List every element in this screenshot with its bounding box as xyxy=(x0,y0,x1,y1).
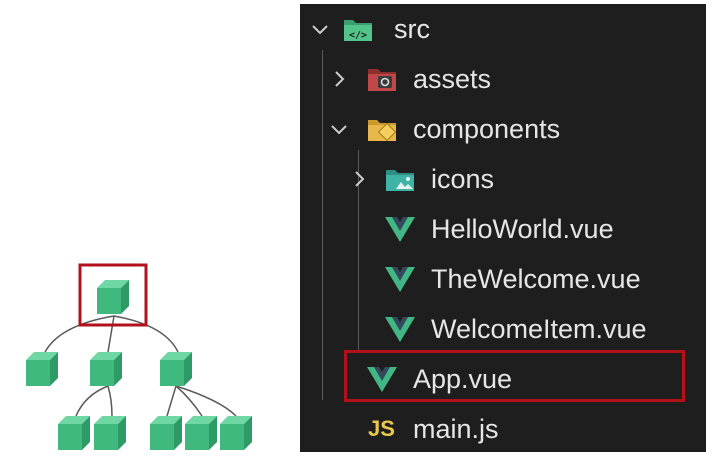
vue-file-icon xyxy=(385,217,415,242)
vue-file-icon xyxy=(385,267,415,292)
folder-icons-icon xyxy=(386,170,414,191)
chevron-down-icon[interactable] xyxy=(328,118,350,140)
leaf-node-cube xyxy=(150,416,182,450)
child-node-cube xyxy=(90,352,122,386)
tree-item-label: TheWelcome.vue xyxy=(431,264,641,294)
tree-item-assets[interactable]: assets xyxy=(300,54,706,104)
root-node-cube xyxy=(97,280,129,314)
tree-item-label: src xyxy=(394,14,430,44)
js-file-icon: JS xyxy=(368,416,395,441)
tree-item-thewelcome-vue[interactable]: TheWelcome.vue xyxy=(300,254,706,304)
child-node-cube xyxy=(26,352,58,386)
component-tree-diagram xyxy=(26,263,252,450)
chevron-down-icon[interactable] xyxy=(309,18,331,40)
tree-item-helloworld-vue[interactable]: HelloWorld.vue xyxy=(300,204,706,254)
file-explorer: </> src assets components icons HelloWor… xyxy=(300,4,706,452)
tree-item-label: HelloWorld.vue xyxy=(431,214,614,244)
chevron-right-icon[interactable] xyxy=(348,168,370,190)
tree-connectors xyxy=(44,315,237,417)
child-node-cube xyxy=(160,352,192,386)
folder-components-icon xyxy=(368,120,397,142)
tree-item-label: assets xyxy=(413,64,492,94)
leaf-node-cube xyxy=(185,416,217,450)
tree-item-label: icons xyxy=(431,164,495,194)
svg-text:</>: </> xyxy=(349,30,367,41)
tree-item-label: components xyxy=(413,114,561,144)
chevron-right-icon[interactable] xyxy=(328,68,350,90)
tree-item-label: WelcomeItem.vue xyxy=(431,314,647,344)
folder-src-icon: </> xyxy=(344,20,372,41)
folder-assets-icon xyxy=(368,69,396,91)
leaf-node-cube xyxy=(94,416,126,450)
tree-item-label: main.js xyxy=(413,414,499,444)
leaf-node-cube xyxy=(58,416,90,450)
tree-item-welcomeitem-vue[interactable]: WelcomeItem.vue xyxy=(300,304,706,354)
leaf-node-cube xyxy=(220,416,252,450)
tree-item-components[interactable]: components xyxy=(300,104,706,154)
tree-item-src[interactable]: </> src xyxy=(300,4,706,54)
app-vue-highlight xyxy=(344,350,685,402)
vue-file-icon xyxy=(385,317,415,342)
tree-item-main-js[interactable]: JS main.js xyxy=(300,404,706,454)
tree-item-icons[interactable]: icons xyxy=(300,154,706,204)
